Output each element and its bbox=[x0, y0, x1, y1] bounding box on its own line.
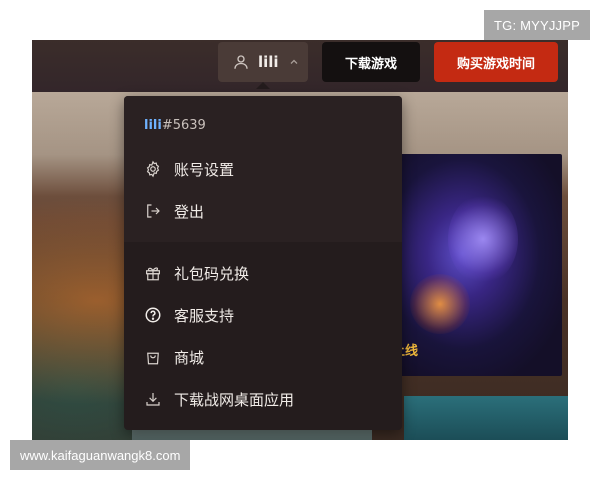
account-dropdown-menu: lili#5639 账号设置 登出 礼包码兑换 客服支持 商城 下载战网桌面应用 bbox=[124, 96, 402, 430]
watermark-bottom: www.kaifaguanwangk8.com bbox=[10, 440, 191, 470]
download-game-button[interactable]: 下载游戏 bbox=[322, 42, 420, 82]
battletag-number: #5639 bbox=[161, 118, 206, 133]
menu-item-download-app[interactable]: 下载战网桌面应用 bbox=[144, 384, 384, 414]
menu-item-shop[interactable]: 商城 bbox=[144, 342, 384, 372]
card-art-fire bbox=[410, 274, 470, 334]
menu-item-label: 客服支持 bbox=[174, 306, 235, 325]
menu-item-redeem-code[interactable]: 礼包码兑换 bbox=[144, 258, 384, 288]
menu-item-label: 下载战网桌面应用 bbox=[174, 390, 295, 409]
watermark-top: TG: MYYJJPP bbox=[484, 10, 590, 40]
help-circle-icon bbox=[145, 307, 161, 323]
menu-item-logout[interactable]: 登出 bbox=[144, 196, 384, 226]
chevron-up-icon bbox=[290, 59, 298, 64]
dropdown-pointer bbox=[256, 82, 270, 89]
menu-item-support[interactable]: 客服支持 bbox=[144, 300, 384, 330]
app-window: 上线 lili 下载游戏 购买游戏时间 lili#5639 账号设置 登出 礼包… bbox=[32, 40, 568, 440]
shopping-bag-icon bbox=[147, 352, 159, 365]
account-username: lili bbox=[258, 53, 279, 71]
gift-icon bbox=[146, 267, 160, 281]
featured-game-card[interactable] bbox=[396, 154, 562, 376]
gear-icon bbox=[146, 160, 160, 178]
screenshot-stage: 上线 lili 下载游戏 购买游戏时间 lili#5639 账号设置 登出 礼包… bbox=[0, 0, 600, 480]
logout-icon bbox=[147, 204, 160, 218]
top-header: lili 下载游戏 购买游戏时间 bbox=[32, 40, 568, 92]
battletag-name: lili bbox=[144, 118, 162, 133]
account-menu-button[interactable]: lili bbox=[218, 42, 308, 89]
download-icon bbox=[146, 393, 160, 406]
menu-item-label: 商城 bbox=[174, 348, 205, 367]
card-art-glow bbox=[448, 194, 518, 284]
battletag: lili#5639 bbox=[144, 118, 206, 133]
user-icon bbox=[234, 55, 248, 69]
lower-game-card[interactable] bbox=[404, 396, 568, 440]
buy-game-time-button[interactable]: 购买游戏时间 bbox=[434, 42, 558, 82]
menu-item-label: 礼包码兑换 bbox=[174, 264, 250, 283]
menu-item-account-settings[interactable]: 账号设置 bbox=[144, 154, 384, 184]
menu-item-label: 登出 bbox=[174, 202, 205, 221]
menu-item-label: 账号设置 bbox=[174, 160, 235, 179]
